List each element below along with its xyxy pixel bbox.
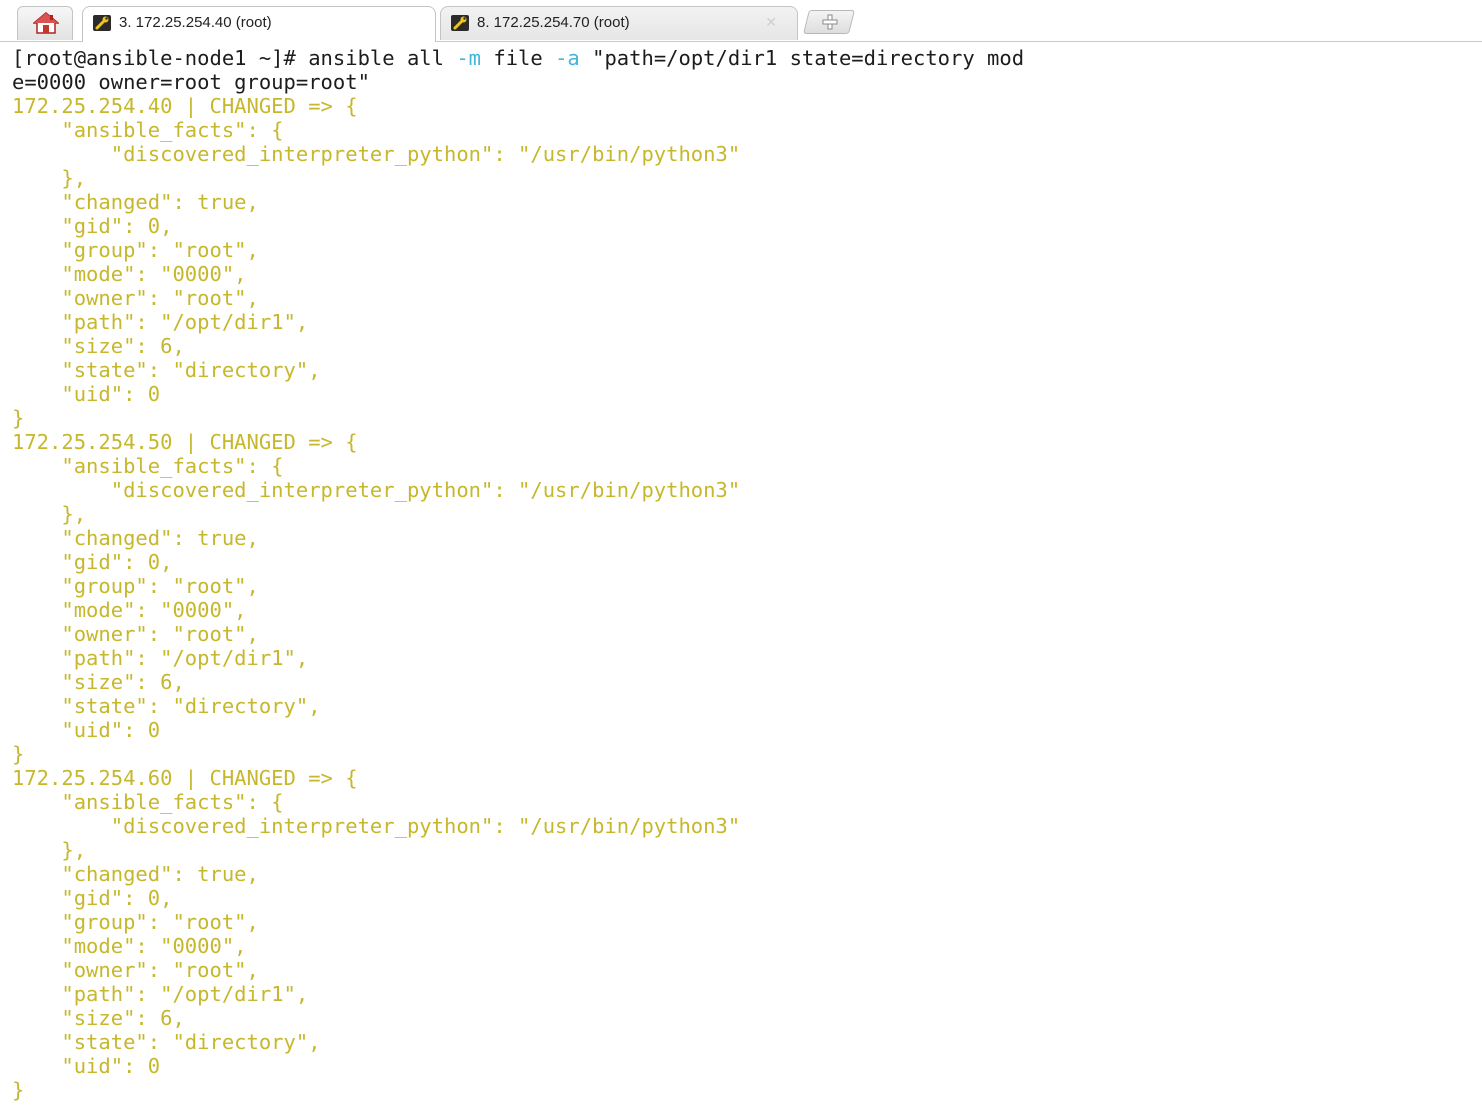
command-text: file — [481, 46, 556, 70]
host-result-header: 172.25.254.60 | CHANGED => { — [12, 766, 358, 790]
output-line: } — [12, 742, 25, 766]
output-line: "gid": 0, — [12, 214, 173, 238]
tab-bar: 3. 172.25.254.40 (root) 8. 172.25.254.70… — [0, 0, 1482, 42]
output-line: "uid": 0 — [12, 382, 161, 406]
output-line: "owner": "root", — [12, 958, 259, 982]
home-tab[interactable] — [17, 6, 73, 40]
host-result-header: 172.25.254.40 | CHANGED => { — [12, 94, 358, 118]
output-line: "uid": 0 — [12, 718, 161, 742]
home-icon — [33, 12, 59, 34]
output-line: "gid": 0, — [12, 550, 173, 574]
output-line: }, — [12, 166, 87, 190]
output-line: "changed": true, — [12, 862, 259, 886]
output-line: "path": "/opt/dir1", — [12, 982, 309, 1006]
output-line: } — [12, 1078, 25, 1102]
command-line: [root@ansible-node1 ~]# ansible all -m f… — [12, 46, 1024, 70]
output-line: "path": "/opt/dir1", — [12, 310, 309, 334]
output-line: "discovered_interpreter_python": "/usr/b… — [12, 478, 741, 502]
output-line: "state": "directory", — [12, 358, 321, 382]
output-line: "size": 6, — [12, 334, 185, 358]
output-line: "mode": "0000", — [12, 934, 247, 958]
option-flag: -m — [456, 46, 482, 70]
output-line: "changed": true, — [12, 190, 259, 214]
output-line: "mode": "0000", — [12, 598, 247, 622]
output-line: "group": "root", — [12, 910, 259, 934]
tab-label: 8. 172.25.254.70 (root) — [477, 14, 630, 31]
close-icon[interactable]: ✕ — [765, 7, 777, 39]
output-line: "changed": true, — [12, 526, 259, 550]
output-line: "discovered_interpreter_python": "/usr/b… — [12, 142, 741, 166]
output-line: "ansible_facts": { — [12, 454, 284, 478]
output-line: "size": 6, — [12, 670, 185, 694]
output-line: "mode": "0000", — [12, 262, 247, 286]
tab-session-8[interactable]: 8. 172.25.254.70 (root) ✕ — [440, 6, 798, 40]
output-line: "state": "directory", — [12, 694, 321, 718]
output-line: }, — [12, 502, 87, 526]
plus-icon — [822, 14, 838, 30]
shell-prompt: [root@ansible-node1 ~]# — [12, 46, 309, 70]
tab-label: 3. 172.25.254.40 (root) — [119, 14, 272, 31]
output-line: "uid": 0 — [12, 1054, 161, 1078]
output-line: "owner": "root", — [12, 622, 259, 646]
command-text: "path=/opt/dir1 state=directory mod — [579, 46, 1025, 70]
output-line: "path": "/opt/dir1", — [12, 646, 309, 670]
output-line: "size": 6, — [12, 1006, 185, 1030]
output-line: } — [12, 406, 25, 430]
output-line: "ansible_facts": { — [12, 790, 284, 814]
terminal-session-icon — [93, 15, 111, 31]
output-line: "discovered_interpreter_python": "/usr/b… — [12, 814, 741, 838]
output-line: "owner": "root", — [12, 286, 259, 310]
tab-session-3[interactable]: 3. 172.25.254.40 (root) — [82, 6, 436, 42]
output-line: "group": "root", — [12, 238, 259, 262]
terminal-session-icon — [451, 15, 469, 31]
output-line: }, — [12, 838, 87, 862]
command-text: ansible all — [308, 46, 457, 70]
output-line: "state": "directory", — [12, 1030, 321, 1054]
command-line-wrap: e=0000 owner=root group=root" — [12, 70, 370, 94]
new-tab-button[interactable] — [803, 10, 855, 34]
terminal-output[interactable]: [root@ansible-node1 ~]# ansible all -m f… — [0, 42, 1482, 1113]
host-result-header: 172.25.254.50 | CHANGED => { — [12, 430, 358, 454]
output-line: "ansible_facts": { — [12, 118, 284, 142]
output-line: "gid": 0, — [12, 886, 173, 910]
output-line: "group": "root", — [12, 574, 259, 598]
option-flag: -a — [555, 46, 580, 70]
